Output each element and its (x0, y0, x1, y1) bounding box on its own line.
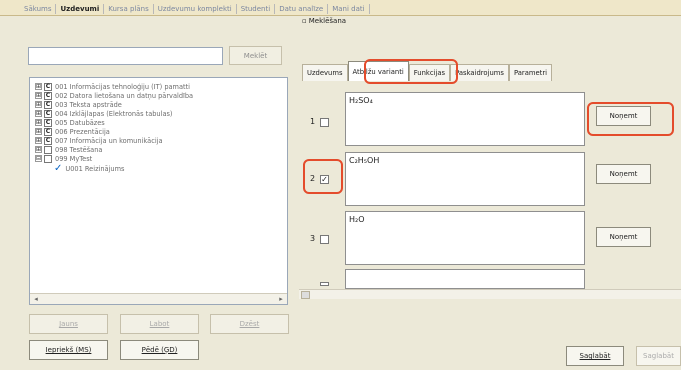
tree-item-label: 098 Testēšana (55, 145, 103, 154)
variant-text-field[interactable] (345, 269, 585, 289)
tree-item-label: 007 Informācija un komunikācija (55, 136, 163, 145)
tree-item-label: 004 Izklājlapas (Elektronās tabulas) (55, 109, 173, 118)
tree-item-label: 001 Informācijas tehnoloģiju (IT) pamatt… (55, 82, 191, 91)
task-tree[interactable]: ⊞ C 001 Informācijas tehnoloģiju (IT) pama… (29, 77, 288, 305)
scroll-right-icon[interactable]: ▸ (276, 295, 286, 304)
tree-item[interactable]: ⊞ C 003 Teksta apstrāde (35, 100, 122, 109)
top-tab-data-analysis[interactable]: Datu analīze (275, 4, 329, 14)
save-button[interactable]: Saglabāt (566, 346, 624, 366)
expand-icon[interactable]: ⊞ (35, 83, 42, 90)
answer-variants-panel: 1 H₂SO₄ Noņemt 2 ✓ C₂H₅OH Noņemt 3 H₂O N… (299, 82, 681, 294)
expand-icon[interactable]: ⊞ (35, 92, 42, 99)
remove-variant-button[interactable]: Noņemt (596, 164, 651, 184)
variant-text-field[interactable]: C₂H₅OH (345, 152, 585, 206)
save-button-label: Saglabāt (579, 352, 611, 360)
top-tabs: Sākums Uzdevumi Kursa plāns Uzdevumu kom… (20, 4, 370, 14)
expand-icon[interactable]: ⊞ (35, 110, 42, 117)
save-close-button-label: Saglabāt (643, 352, 674, 360)
edit-button-label: Labot (149, 320, 170, 328)
tab-parameters[interactable]: Parametri (508, 64, 553, 81)
remove-variant-button[interactable]: Noņemt (596, 227, 651, 247)
scroll-thumb[interactable] (301, 291, 310, 299)
checkmark-icon: ✓ (54, 163, 63, 174)
delete-button-label: Dzēst (239, 320, 260, 328)
tree-item[interactable]: ⊞ C 004 Izklājlapas (Elektronās tabulas) (35, 109, 173, 118)
course-icon: C (44, 136, 52, 145)
new-button-label: Jauns (59, 320, 78, 328)
tree-item-label: 005 Datubāzes (55, 118, 105, 127)
delete-button[interactable]: Dzēst (210, 314, 289, 334)
tab-explanation[interactable]: Paskaidrojums (450, 64, 509, 81)
course-icon: C (44, 100, 52, 109)
folder-icon (44, 154, 52, 163)
prev-button[interactable]: Iepriekš (MS) (29, 340, 108, 360)
variant-text-field[interactable]: H₂O (345, 211, 585, 265)
variant-checkbox[interactable] (320, 282, 329, 286)
collapse-icon[interactable]: ⊟ (35, 155, 42, 162)
course-icon: C (44, 118, 52, 127)
top-tab-home[interactable]: Sākums (20, 4, 57, 14)
panel-header: ▫ Meklēšana (302, 15, 346, 26)
tree-item[interactable]: ⊞ C 006 Prezentācija (35, 127, 110, 136)
tree-item-label: 002 Datora lietošana un datņu pārvaldība (55, 91, 194, 100)
tree-item[interactable]: ⊞ C 002 Datora lietošana un datņu pārvaldī… (35, 91, 193, 100)
course-icon: C (44, 91, 52, 100)
tree-horizontal-scrollbar[interactable]: ◂ ▸ (30, 293, 287, 304)
search-button[interactable]: Meklēt (229, 46, 282, 65)
tree-item[interactable]: ⊞ C 005 Datubāzes (35, 118, 105, 127)
expand-icon[interactable]: ⊞ (35, 137, 42, 144)
variant-checkbox[interactable] (320, 118, 329, 127)
course-icon: C (44, 127, 52, 136)
next-button[interactable]: Pēdē (ĢD) (120, 340, 199, 360)
top-tab-tasks[interactable]: Uzdevumi (56, 4, 105, 14)
search-input[interactable] (28, 47, 223, 65)
tab-functions[interactable]: Funkcijas (408, 64, 451, 81)
prev-button-label: Iepriekš (MS) (45, 346, 92, 354)
expand-icon[interactable]: ⊞ (35, 101, 42, 108)
save-close-button[interactable]: Saglabāt (636, 346, 681, 366)
tree-item[interactable]: ✓ U001 Reizinājums (54, 163, 125, 174)
tab-answer-variants[interactable]: Atbilžu varianti (347, 61, 409, 81)
next-button-label: Pēdē (ĢD) (141, 346, 178, 354)
tree-item[interactable]: ⊟ 099 MyTest (35, 154, 92, 163)
top-tab-task-sets[interactable]: Uzdevumu komplekti (154, 4, 237, 14)
expand-icon[interactable]: ⊞ (35, 128, 42, 135)
tab-task[interactable]: Uzdevums (302, 64, 348, 81)
tree-item-label: 099 MyTest (55, 154, 93, 163)
tree-item[interactable]: ⊞ C 001 Informācijas tehnoloģiju (IT) pama… (35, 82, 190, 91)
variant-number: 3 (310, 234, 316, 243)
top-tab-students[interactable]: Studenti (237, 4, 276, 14)
variant-number: 1 (310, 117, 316, 126)
tree-item-label: 006 Prezentācija (55, 127, 110, 136)
top-tab-course-plan[interactable]: Kursa plāns (104, 4, 154, 14)
edit-button[interactable]: Labot (120, 314, 199, 334)
expand-icon[interactable]: ⊞ (35, 146, 42, 153)
new-button[interactable]: Jauns (29, 314, 108, 334)
top-navigation-bar: Sākums Uzdevumi Kursa plāns Uzdevumu kom… (0, 0, 681, 16)
tree-item-label: U001 Reizinājums (65, 164, 125, 173)
course-icon: C (44, 109, 52, 118)
variant-text-field[interactable]: H₂SO₄ (345, 92, 585, 146)
variant-checkbox[interactable] (320, 235, 329, 244)
panel-title: Meklēšana (308, 16, 347, 25)
expand-icon[interactable]: ⊞ (35, 119, 42, 126)
tree-item-label: 003 Teksta apstrāde (55, 100, 122, 109)
variant-checkbox[interactable]: ✓ (320, 175, 329, 184)
top-tab-my-data[interactable]: Mani dati (328, 4, 370, 14)
variant-number: 2 (310, 174, 316, 183)
folder-icon (44, 145, 52, 154)
remove-variant-button[interactable]: Noņemt (596, 106, 651, 126)
tree-item[interactable]: ⊞ 098 Testēšana (35, 145, 102, 154)
tree-item[interactable]: ⊞ C 007 Informācija un komunikācija (35, 136, 163, 145)
editor-tabs: Uzdevums Atbilžu varianti Funkcijas Pask… (302, 61, 553, 81)
course-icon: C (44, 82, 52, 91)
panel-icon: ▫ (302, 16, 307, 25)
variants-horizontal-scrollbar[interactable] (299, 289, 681, 299)
scroll-left-icon[interactable]: ◂ (31, 295, 41, 304)
